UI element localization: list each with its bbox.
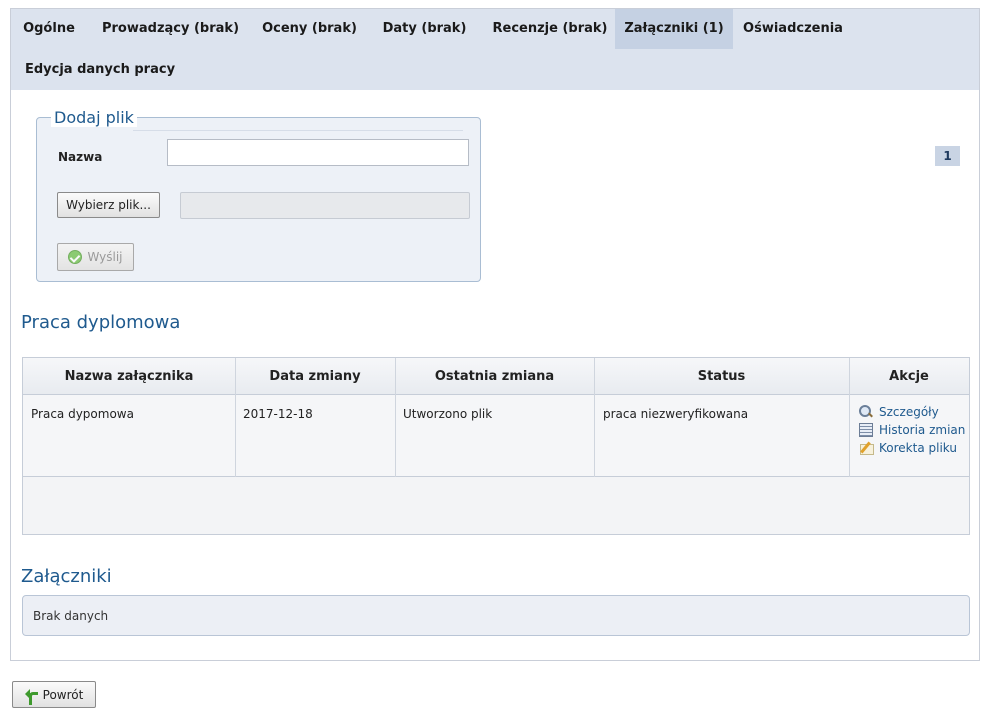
tab-reviews[interactable]: Recenzje (brak) — [483, 9, 617, 49]
magnifier-icon — [859, 405, 873, 419]
attachments-grid: Nazwa załącznika Data zmiany Ostatnia zm… — [22, 357, 970, 535]
back-button-label: Powrót — [42, 687, 84, 702]
column-header-status[interactable]: Status — [594, 358, 849, 395]
back-arrow-icon — [25, 688, 38, 705]
pencil-icon — [859, 441, 874, 455]
back-button[interactable]: Powrót — [12, 681, 96, 708]
column-header-date[interactable]: Data zmiany — [235, 358, 395, 395]
check-circle-icon — [68, 250, 83, 264]
tab-grades[interactable]: Oceny (brak) — [253, 9, 366, 49]
history-link-label: Historia zmian — [879, 423, 966, 437]
column-header-last-change[interactable]: Ostatnia zmiana — [395, 358, 594, 395]
file-correction-link-label: Korekta pliku — [879, 441, 957, 455]
name-input[interactable] — [167, 139, 469, 166]
no-data-text: Brak danych — [33, 609, 109, 623]
send-button-label: Wyślij — [87, 250, 123, 264]
fieldset-divider — [133, 130, 463, 131]
tab-supervisors[interactable]: Prowadzący (brak) — [95, 9, 246, 49]
attachments-section-title: Załączniki — [21, 566, 112, 587]
tab-declarations[interactable]: Oświadczenia — [738, 9, 848, 49]
column-header-actions: Akcje — [889, 369, 929, 384]
main-panel: Ogólne Prowadzący (brak) Oceny (brak) Da… — [10, 8, 980, 661]
thesis-section-title: Praca dyplomowa — [21, 312, 181, 333]
choose-file-button[interactable]: Wybierz plik... — [57, 192, 160, 218]
pager-page-1[interactable]: 1 — [935, 146, 960, 166]
column-divider — [849, 358, 850, 477]
details-link-label: Szczegóły — [879, 405, 939, 419]
cell-last-change: Utworzono plik — [403, 407, 493, 421]
column-divider — [235, 358, 236, 477]
table-row: Praca dypomowa 2017-12-18 Utworzono plik… — [23, 395, 969, 477]
send-button[interactable]: Wyślij — [57, 243, 134, 271]
attachments-empty-box: Brak danych — [22, 595, 970, 636]
column-divider — [395, 358, 396, 477]
cell-status: praca niezweryfikowana — [603, 407, 749, 421]
add-file-legend: Dodaj plik — [51, 108, 137, 127]
tab-attachments[interactable]: Załączniki (1) — [615, 9, 733, 49]
grid-header: Nazwa załącznika Data zmiany Ostatnia zm… — [23, 358, 969, 395]
cell-attachment-name: Praca dypomowa — [31, 407, 134, 421]
selected-file-field — [180, 192, 470, 219]
name-label: Nazwa — [58, 150, 103, 164]
list-icon — [859, 423, 873, 437]
details-link[interactable]: Szczegóły — [859, 405, 939, 419]
cell-change-date: 2017-12-18 — [243, 407, 313, 421]
column-header-name[interactable]: Nazwa załącznika — [23, 358, 235, 395]
column-divider — [594, 358, 595, 477]
tab-general[interactable]: Ogólne — [16, 9, 82, 49]
file-correction-link[interactable]: Korekta pliku — [859, 441, 957, 455]
tab-dates[interactable]: Daty (brak) — [372, 9, 477, 49]
tab-edit-thesis-data[interactable]: Edycja danych pracy — [17, 50, 183, 90]
tab-bar: Ogólne Prowadzący (brak) Oceny (brak) Da… — [11, 9, 979, 90]
history-link[interactable]: Historia zmian — [859, 423, 965, 437]
